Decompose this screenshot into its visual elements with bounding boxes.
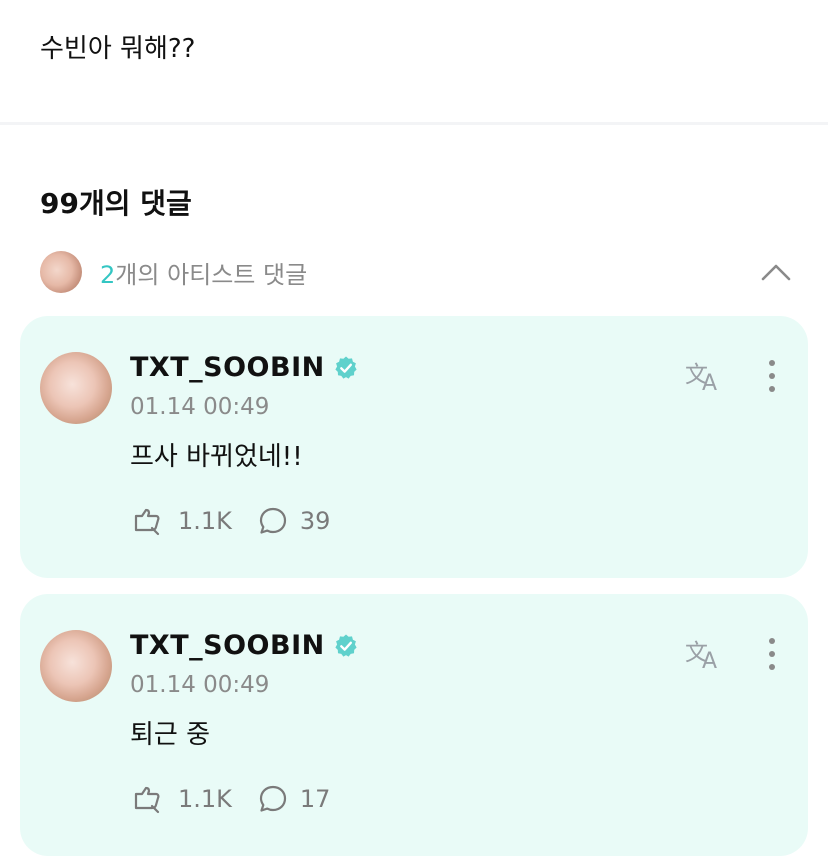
divider xyxy=(0,122,828,125)
artist-comments-label: 2개의 아티스트 댓글 xyxy=(100,255,307,290)
username[interactable]: TXT_SOOBIN xyxy=(130,630,325,661)
verified-icon xyxy=(335,634,357,657)
like-icon[interactable] xyxy=(130,504,164,538)
artist-comments-count: 2 xyxy=(100,260,116,289)
svg-text:A: A xyxy=(702,371,717,394)
reply-icon[interactable] xyxy=(256,782,290,816)
translate-icon[interactable]: 文 A xyxy=(684,356,726,394)
avatar[interactable] xyxy=(40,352,112,424)
translate-icon[interactable]: 文 A xyxy=(684,634,726,672)
more-icon[interactable] xyxy=(764,636,780,672)
more-icon[interactable] xyxy=(764,358,780,394)
reply-icon[interactable] xyxy=(256,504,290,538)
like-count: 1.1K xyxy=(178,507,232,535)
comment-time: 01.14 00:49 xyxy=(130,672,270,698)
comment-card[interactable]: TXT_SOOBIN 01.14 00:49 프사 바뀌었네!! 1.1K 39… xyxy=(20,316,808,578)
post-text: 수빈아 뭐해?? xyxy=(40,34,196,64)
comment-time: 01.14 00:49 xyxy=(130,394,270,420)
username[interactable]: TXT_SOOBIN xyxy=(130,352,325,383)
avatar[interactable] xyxy=(40,630,112,702)
reply-count: 39 xyxy=(299,507,331,535)
comment-text: 프사 바뀌었네!! xyxy=(130,442,303,472)
comment-actions: 1.1K 17 xyxy=(130,782,330,816)
comment-text: 퇴근 중 xyxy=(130,720,211,750)
like-count: 1.1K xyxy=(178,785,232,813)
like-icon[interactable] xyxy=(130,782,164,816)
reply-count: 17 xyxy=(299,785,331,813)
comment-actions: 1.1K 39 xyxy=(130,504,330,538)
artist-comments-text: 개의 아티스트 댓글 xyxy=(115,260,308,289)
comment-author: TXT_SOOBIN xyxy=(130,630,359,661)
avatar xyxy=(40,251,82,293)
comment-author: TXT_SOOBIN xyxy=(130,352,359,383)
artist-comments-toggle[interactable]: 2개의 아티스트 댓글 xyxy=(40,250,792,294)
verified-icon xyxy=(335,356,357,379)
chevron-up-icon[interactable] xyxy=(760,262,792,282)
comment-count: 99개의 댓글 xyxy=(40,187,192,220)
svg-text:A: A xyxy=(702,649,717,672)
comment-card[interactable]: TXT_SOOBIN 01.14 00:49 퇴근 중 1.1K 17 文 A xyxy=(20,594,808,856)
